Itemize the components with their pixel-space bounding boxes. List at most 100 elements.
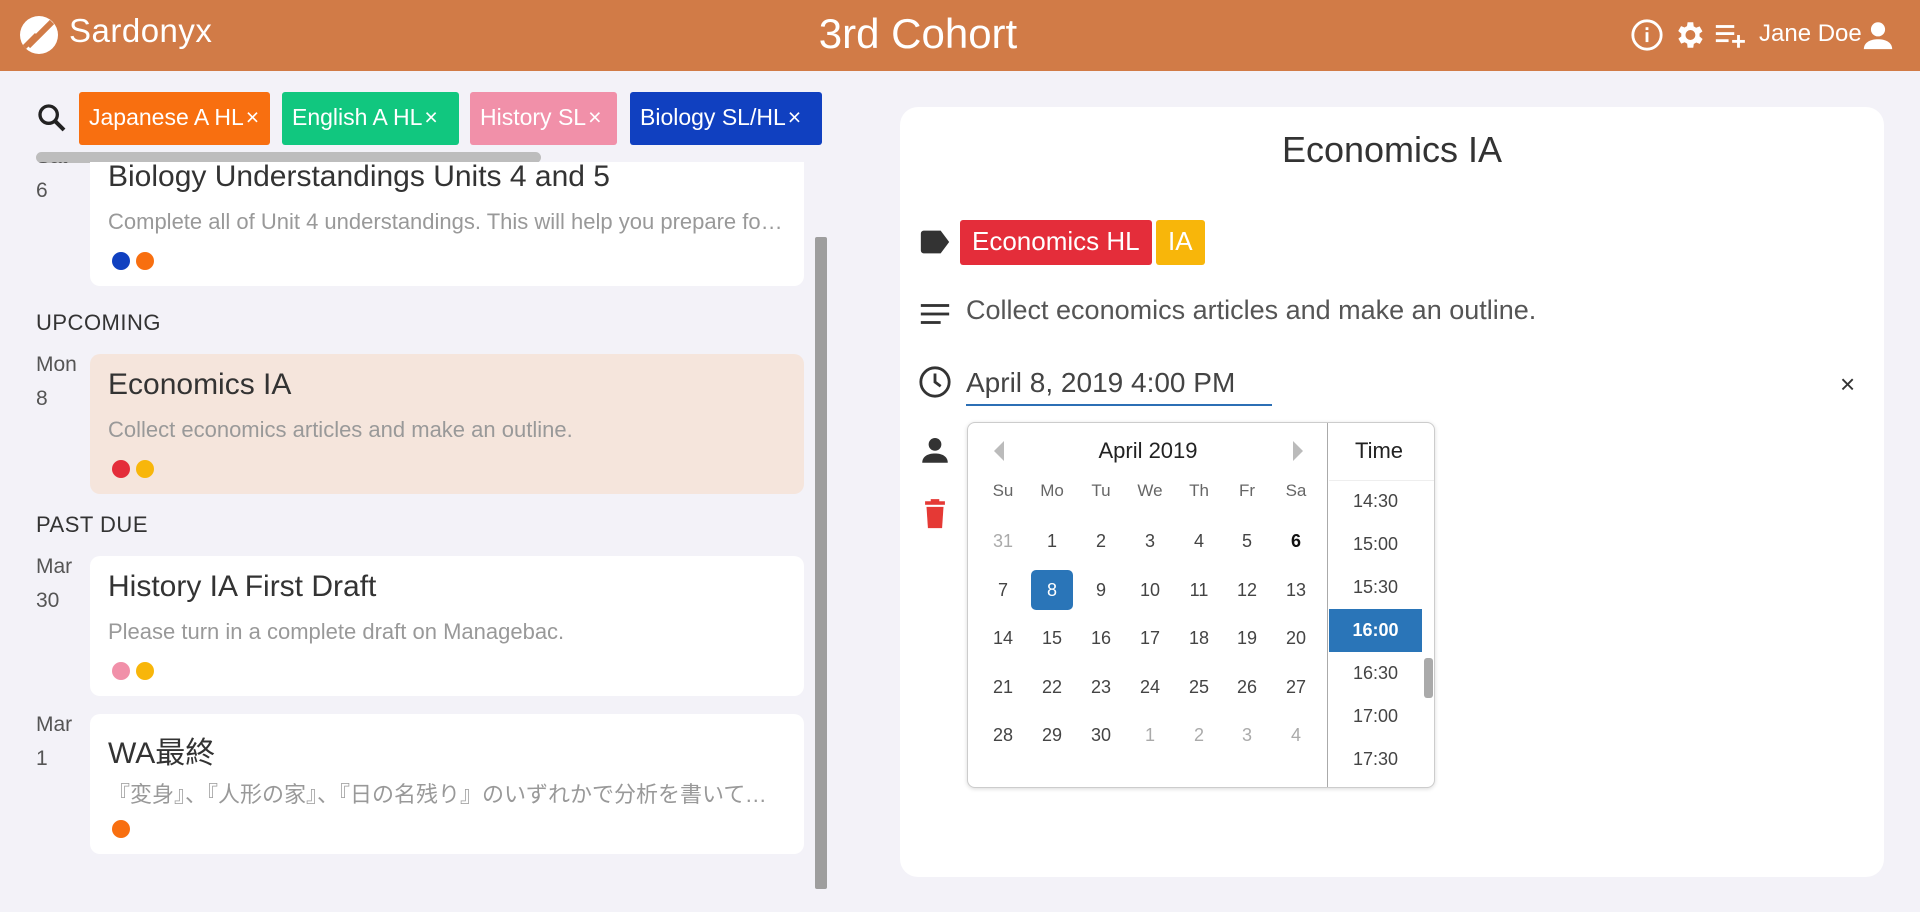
time-option[interactable]: 16:00 xyxy=(1329,609,1422,652)
description-lines-icon xyxy=(920,304,950,324)
remove-filter-button[interactable]: × xyxy=(246,104,259,130)
time-option[interactable]: 15:00 xyxy=(1329,523,1422,566)
remove-filter-button[interactable]: × xyxy=(788,104,801,130)
assignment-description: 『変身』、『人形の家』、『日の名残り』のいずれかで分析を書いてください。 xyxy=(108,782,788,807)
calendar-day[interactable]: 2 xyxy=(1178,715,1220,755)
calendar-month-label: April 2019 xyxy=(1098,438,1198,463)
calendar-day[interactable]: 2 xyxy=(1080,521,1122,561)
time-selector: Time 14:30 15:00 15:30 16:00 16:30 17:00 17:30 xyxy=(1329,423,1434,787)
detail-tag[interactable]: IA xyxy=(1156,220,1205,265)
calendar-month: April 2019 Su Mo Tu We Th Fr Sa 31 1 2 3 4 5 6 7 8 9 10 11… xyxy=(968,423,1328,787)
filter-chip[interactable]: Biology SL/HL× xyxy=(630,92,822,145)
time-header: Time xyxy=(1354,438,1404,463)
calendar-day[interactable]: 25 xyxy=(1178,667,1220,707)
filter-chip-label: Biology SL/HL xyxy=(640,104,786,130)
calendar-day[interactable]: 4 xyxy=(1178,521,1220,561)
weekday-label: Su xyxy=(992,481,1014,500)
assignment-card[interactable]: Biology Understandings Units 4 and 5 Comp… xyxy=(90,162,804,286)
settings-gear-icon[interactable] xyxy=(1672,18,1706,52)
time-list-scrollbar[interactable] xyxy=(1424,658,1433,698)
list-vertical-scrollbar[interactable] xyxy=(815,237,827,889)
calendar-day[interactable]: 13 xyxy=(1275,570,1317,610)
calendar-day[interactable]: 20 xyxy=(1275,618,1317,658)
calendar-day[interactable]: 22 xyxy=(1031,667,1073,707)
assignment-card[interactable]: WA最終 『変身』、『人形の家』、『日の名残り』のいずれかで分析を書いてください。 xyxy=(90,714,804,854)
filter-chip-label: English A HL xyxy=(292,104,423,130)
calendar-day[interactable]: 8 xyxy=(1031,569,1073,610)
subject-color-dot xyxy=(136,662,154,680)
item-date-weekday: Mar xyxy=(36,713,73,736)
add-to-list-icon[interactable] xyxy=(1713,18,1747,52)
subject-color-dot xyxy=(112,662,130,680)
item-date-day: 8 xyxy=(36,387,48,410)
detail-description[interactable]: Collect economics articles and make an o… xyxy=(966,295,1536,326)
assignment-description: Collect economics articles and make an o… xyxy=(108,417,573,442)
item-date: Sat 6 xyxy=(36,162,68,208)
remove-filter-button[interactable]: × xyxy=(424,104,437,130)
calendar-day[interactable]: 30 xyxy=(1080,715,1122,755)
assignment-description: Complete all of Unit 4 understandings. T… xyxy=(108,209,788,234)
calendar-day[interactable]: 9 xyxy=(1080,570,1122,610)
calendar-day[interactable]: 15 xyxy=(1031,618,1073,658)
assignment-title: Economics IA xyxy=(108,368,292,401)
calendar-day[interactable]: 6 xyxy=(1275,521,1317,561)
assignment-list: Sat 6 Biology Understandings Units 4 and 5… xyxy=(0,162,830,912)
clear-date-button[interactable]: × xyxy=(1840,369,1855,400)
calendar-day[interactable]: 28 xyxy=(982,715,1024,755)
calendar-day[interactable]: 7 xyxy=(982,570,1024,610)
filter-chip[interactable]: Japanese A HL× xyxy=(79,92,270,145)
due-date-input[interactable] xyxy=(966,362,1272,406)
time-option[interactable]: 16:30 xyxy=(1329,652,1422,695)
calendar-day[interactable]: 1 xyxy=(1031,521,1073,561)
next-month-button[interactable] xyxy=(1293,441,1303,461)
item-date-weekday: Mar xyxy=(36,555,73,578)
calendar-day[interactable]: 18 xyxy=(1178,618,1220,658)
calendar-day[interactable]: 16 xyxy=(1080,618,1122,658)
calendar-day[interactable]: 11 xyxy=(1178,570,1220,610)
time-option[interactable]: 14:30 xyxy=(1329,480,1422,523)
calendar-day[interactable]: 3 xyxy=(1129,521,1171,561)
item-date: Mon 8 xyxy=(36,348,77,416)
calendar-day[interactable]: 26 xyxy=(1226,667,1268,707)
weekday-label: Fr xyxy=(1238,481,1256,500)
section-header: PAST DUE xyxy=(36,512,148,537)
calendar-day[interactable]: 3 xyxy=(1226,715,1268,755)
calendar-day[interactable]: 23 xyxy=(1080,667,1122,707)
calendar-day[interactable]: 5 xyxy=(1226,521,1268,561)
calendar-day[interactable]: 27 xyxy=(1275,667,1317,707)
search-icon[interactable] xyxy=(36,102,68,134)
calendar-day[interactable]: 10 xyxy=(1129,570,1171,610)
user-name[interactable]: Jane Doe xyxy=(1759,20,1862,48)
time-list[interactable]: 14:30 15:00 15:30 16:00 16:30 17:00 17:30 xyxy=(1329,480,1434,787)
subject-color-dot xyxy=(112,820,130,838)
person-icon xyxy=(922,437,948,463)
user-account-icon[interactable] xyxy=(1861,18,1895,52)
calendar-day[interactable]: 29 xyxy=(1031,715,1073,755)
detail-title[interactable]: Economics IA xyxy=(900,129,1884,171)
filter-chip[interactable]: History SL× xyxy=(470,92,617,145)
assignment-card[interactable]: Economics IA Collect economics articles a… xyxy=(90,354,804,494)
info-icon[interactable] xyxy=(1630,18,1664,52)
calendar-day[interactable]: 1 xyxy=(1129,715,1171,755)
detail-tag[interactable]: Economics HL xyxy=(960,220,1152,265)
time-option[interactable]: 17:30 xyxy=(1329,738,1422,781)
calendar-day[interactable]: 4 xyxy=(1275,715,1317,755)
delete-trash-icon[interactable] xyxy=(918,497,952,531)
time-option[interactable]: 17:00 xyxy=(1329,695,1422,738)
calendar-day[interactable]: 31 xyxy=(982,521,1024,561)
weekday-label: We xyxy=(1137,481,1163,500)
filter-chip-label: History SL xyxy=(480,104,587,130)
calendar-day[interactable]: 12 xyxy=(1226,570,1268,610)
time-option[interactable]: 15:30 xyxy=(1329,566,1422,609)
remove-filter-button[interactable]: × xyxy=(588,104,601,130)
weekday-label: Mo xyxy=(1040,481,1064,500)
calendar-day[interactable]: 14 xyxy=(982,618,1024,658)
calendar-day[interactable]: 24 xyxy=(1129,667,1171,707)
assignment-card[interactable]: History IA First Draft Please turn in a c… xyxy=(90,556,804,696)
calendar-day[interactable]: 21 xyxy=(982,667,1024,707)
calendar-day[interactable]: 19 xyxy=(1226,618,1268,658)
filter-chip[interactable]: English A HL× xyxy=(282,92,459,145)
weekday-label: Tu xyxy=(1091,481,1111,500)
calendar-day[interactable]: 17 xyxy=(1129,618,1171,658)
item-date-day: 1 xyxy=(36,747,48,770)
